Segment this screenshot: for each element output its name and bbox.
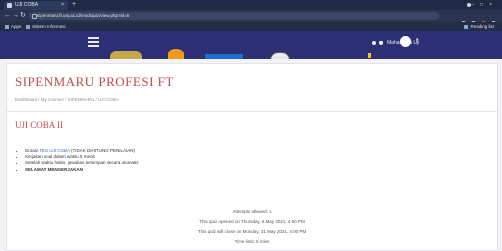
header-banner-logos — [110, 46, 300, 61]
bookmark-reading-list[interactable]: Reading list — [464, 22, 494, 31]
site-header: Mahasiswa Uji ▾ — [0, 31, 502, 61]
quiz-summary: Attempts allowed: 1 This quiz opened on … — [7, 207, 497, 247]
logo-shape-2 — [168, 49, 184, 59]
tab-title: UJI COBA — [15, 2, 39, 8]
header-accent-mark — [368, 53, 371, 58]
user-menu-caret-icon[interactable]: ▾ — [416, 37, 419, 43]
favicon-icon — [7, 3, 12, 8]
time-limit: Time limit: 5 mins — [234, 239, 270, 244]
window-controls: –□× — [467, 0, 498, 10]
new-tab-icon[interactable]: + — [72, 0, 76, 10]
reading-list-icon — [464, 24, 469, 29]
close-window-icon[interactable]: × — [489, 2, 498, 8]
content-card: SIPENMARU PROFESI FT Dashboard / My cour… — [6, 63, 498, 251]
hamburger-menu-icon[interactable] — [88, 37, 99, 49]
lock-icon — [32, 14, 37, 19]
bookmark-item-label: Sistem Informasi — [32, 24, 66, 29]
breadcrumb[interactable]: Dashboard / My courses / SIPENMARU / UJI… — [15, 97, 119, 102]
instruction-text: Durasi — [25, 148, 40, 153]
browser-tab-bar: UJI COBA × + –□× — [0, 0, 502, 10]
maximize-icon[interactable]: □ — [480, 2, 489, 8]
divider — [7, 111, 497, 112]
minimize-icon[interactable]: – — [471, 2, 480, 8]
back-icon[interactable]: ← — [4, 10, 11, 22]
attempts-allowed: Attempts allowed: 1 — [232, 209, 272, 214]
quiz-closes: This quiz will close on Monday, 31 May 2… — [197, 229, 307, 234]
bookmark-favicon-icon — [26, 24, 30, 29]
browser-tab[interactable]: UJI COBA × — [4, 1, 68, 10]
reload-icon[interactable]: ↻ — [20, 10, 26, 22]
logo-shape-1 — [110, 51, 142, 59]
address-bar-row: ← → ↻ sipenmaru.ft.unj.ac.id/mod/quiz/vi… — [0, 10, 502, 26]
user-avatar[interactable] — [400, 36, 411, 47]
bookmark-item[interactable]: Sistem Informasi — [26, 22, 66, 31]
quiz-opened: This quiz opened on Thursday, 6 May 2021… — [199, 219, 305, 224]
forward-icon[interactable]: → — [12, 10, 19, 22]
quiz-instructions: Durasi TES UJI COBA (TIDAK DIHITUNG PENI… — [19, 148, 139, 173]
reading-list-label: Reading list — [470, 24, 494, 29]
instruction-text-tail: (TIDAK DIHITUNG PENILAIAN) — [69, 148, 135, 153]
instruction-item: SELAMAT MENGERJAKAN — [25, 167, 139, 173]
page-content: SIPENMARU PROFESI FT Dashboard / My cour… — [0, 59, 502, 251]
notification-icon[interactable] — [372, 41, 376, 45]
url-input[interactable]: sipenmaru.ft.unj.ac.id/mod/quiz/view.php… — [29, 12, 439, 20]
bookmark-apps-label: Apps — [11, 24, 22, 29]
instruction-link[interactable]: TES UJI COBA — [39, 148, 70, 153]
instruction-item: Setelah waktu habis, jawaban tersimpan s… — [25, 160, 139, 166]
bookmarks-bar: Apps Sistem Informasi Reading list — [0, 22, 502, 31]
quiz-title: UJI COBA II — [15, 120, 64, 130]
messages-icon[interactable] — [379, 41, 383, 45]
tab-close-icon[interactable]: × — [61, 1, 64, 10]
url-text: sipenmaru.ft.unj.ac.id/mod/quiz/view.php… — [37, 13, 130, 18]
bookmark-apps[interactable]: Apps — [5, 22, 21, 31]
apps-grid-icon — [5, 24, 9, 29]
page-title: SIPENMARU PROFESI FT — [15, 74, 174, 89]
